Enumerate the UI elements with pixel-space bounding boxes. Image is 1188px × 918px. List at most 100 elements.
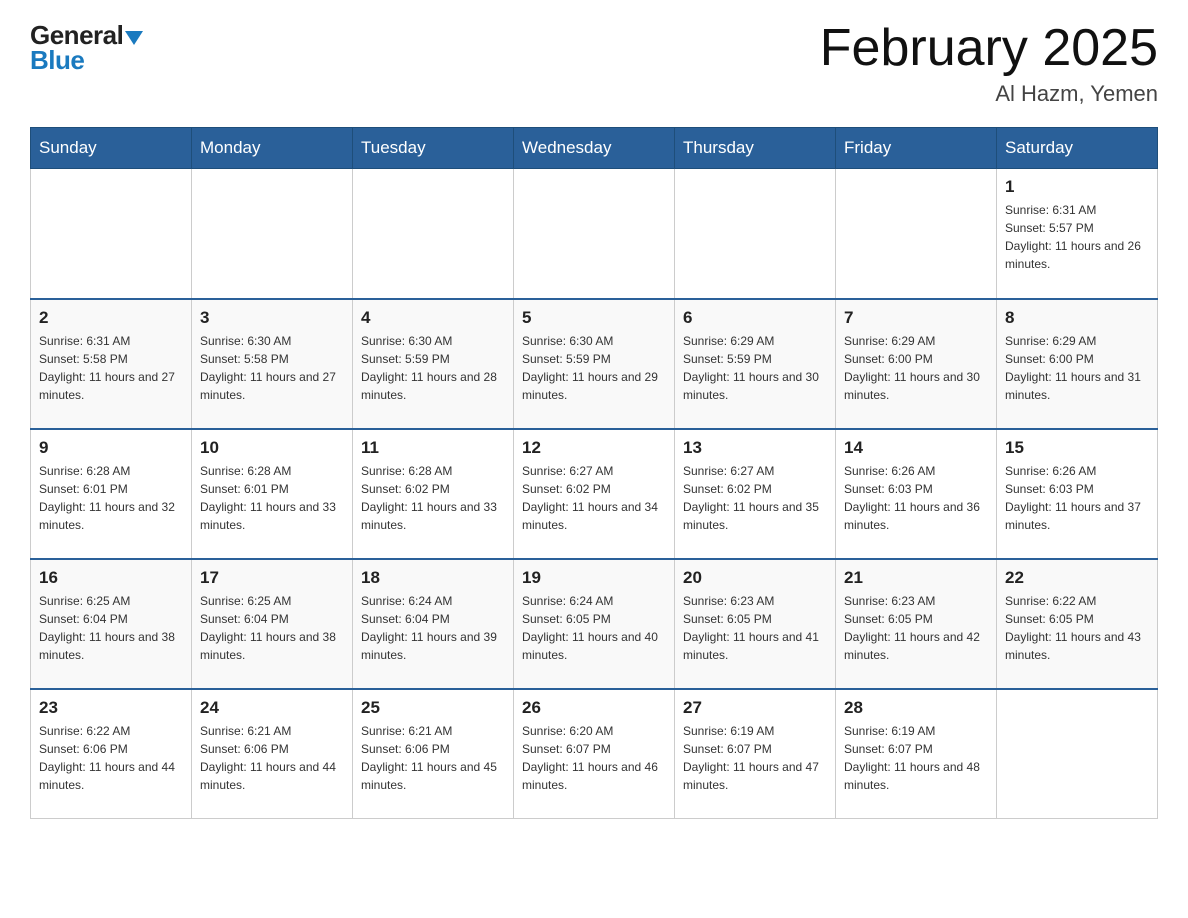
calendar-row: 2Sunrise: 6:31 AMSunset: 5:58 PMDaylight… [31,299,1158,429]
day-info: Sunrise: 6:30 AMSunset: 5:58 PMDaylight:… [200,332,344,404]
day-info: Sunrise: 6:27 AMSunset: 6:02 PMDaylight:… [522,462,666,534]
calendar-cell [836,169,997,299]
logo[interactable]: General Blue [30,20,143,76]
calendar-cell: 4 Sunrise: 6:30 AMSunset: 5:59 PMDaylight… [353,299,514,429]
calendar-cell [997,689,1158,819]
day-number: 20 [683,568,827,588]
day-info: Sunrise: 6:29 AMSunset: 5:59 PMDaylight:… [683,332,827,404]
weekday-monday: Monday [192,128,353,169]
day-info: Sunrise: 6:21 AMSunset: 6:06 PMDaylight:… [361,722,505,794]
calendar-cell: 22 Sunrise: 6:22 AMSunset: 6:05 PMDayligh… [997,559,1158,689]
weekday-saturday: Saturday [997,128,1158,169]
calendar-cell [514,169,675,299]
calendar-cell [675,169,836,299]
day-info: Sunrise: 6:27 AMSunset: 6:02 PMDaylight:… [683,462,827,534]
day-number: 8 [1005,308,1149,328]
calendar-cell: 27 Sunrise: 6:19 AMSunset: 6:07 PMDayligh… [675,689,836,819]
calendar-cell: 6 Sunrise: 6:29 AMSunset: 5:59 PMDaylight… [675,299,836,429]
day-info: Sunrise: 6:19 AMSunset: 6:07 PMDaylight:… [683,722,827,794]
day-number: 18 [361,568,505,588]
calendar-cell: 17 Sunrise: 6:25 AMSunset: 6:04 PMDayligh… [192,559,353,689]
day-number: 16 [39,568,183,588]
month-title: February 2025 [820,20,1158,77]
day-info: Sunrise: 6:25 AMSunset: 6:04 PMDaylight:… [200,592,344,664]
weekday-tuesday: Tuesday [353,128,514,169]
day-info: Sunrise: 6:26 AMSunset: 6:03 PMDaylight:… [844,462,988,534]
day-number: 12 [522,438,666,458]
day-info: Sunrise: 6:29 AMSunset: 6:00 PMDaylight:… [844,332,988,404]
calendar-cell: 10 Sunrise: 6:28 AMSunset: 6:01 PMDayligh… [192,429,353,559]
logo-triangle-icon [125,31,143,45]
calendar-cell [353,169,514,299]
day-number: 21 [844,568,988,588]
weekday-friday: Friday [836,128,997,169]
day-number: 13 [683,438,827,458]
day-number: 24 [200,698,344,718]
calendar-table: SundayMondayTuesdayWednesdayThursdayFrid… [30,127,1158,819]
day-number: 17 [200,568,344,588]
day-info: Sunrise: 6:22 AMSunset: 6:05 PMDaylight:… [1005,592,1149,664]
weekday-sunday: Sunday [31,128,192,169]
day-number: 28 [844,698,988,718]
day-info: Sunrise: 6:20 AMSunset: 6:07 PMDaylight:… [522,722,666,794]
calendar-cell: 21Sunrise: 6:23 AMSunset: 6:05 PMDayligh… [836,559,997,689]
page-header: General Blue February 2025 Al Hazm, Yeme… [30,20,1158,107]
calendar-cell: 25 Sunrise: 6:21 AMSunset: 6:06 PMDayligh… [353,689,514,819]
calendar-body: 1 Sunrise: 6:31 AMSunset: 5:57 PMDaylight… [31,169,1158,819]
day-number: 26 [522,698,666,718]
calendar-cell: 7 Sunrise: 6:29 AMSunset: 6:00 PMDaylight… [836,299,997,429]
calendar-cell: 28Sunrise: 6:19 AMSunset: 6:07 PMDayligh… [836,689,997,819]
calendar-header: SundayMondayTuesdayWednesdayThursdayFrid… [31,128,1158,169]
calendar-cell: 15Sunrise: 6:26 AMSunset: 6:03 PMDayligh… [997,429,1158,559]
day-info: Sunrise: 6:28 AMSunset: 6:01 PMDaylight:… [200,462,344,534]
day-info: Sunrise: 6:29 AMSunset: 6:00 PMDaylight:… [1005,332,1149,404]
day-number: 11 [361,438,505,458]
calendar-cell: 19Sunrise: 6:24 AMSunset: 6:05 PMDayligh… [514,559,675,689]
location-label: Al Hazm, Yemen [820,81,1158,107]
calendar-cell: 3 Sunrise: 6:30 AMSunset: 5:58 PMDaylight… [192,299,353,429]
day-number: 14 [844,438,988,458]
day-number: 10 [200,438,344,458]
calendar-cell [192,169,353,299]
weekday-header-row: SundayMondayTuesdayWednesdayThursdayFrid… [31,128,1158,169]
day-info: Sunrise: 6:24 AMSunset: 6:04 PMDaylight:… [361,592,505,664]
day-number: 27 [683,698,827,718]
day-number: 7 [844,308,988,328]
logo-blue: Blue [30,45,84,76]
day-number: 15 [1005,438,1149,458]
calendar-cell: 16 Sunrise: 6:25 AMSunset: 6:04 PMDayligh… [31,559,192,689]
calendar-cell: 13 Sunrise: 6:27 AMSunset: 6:02 PMDayligh… [675,429,836,559]
day-number: 3 [200,308,344,328]
day-number: 1 [1005,177,1149,197]
day-info: Sunrise: 6:28 AMSunset: 6:02 PMDaylight:… [361,462,505,534]
day-info: Sunrise: 6:24 AMSunset: 6:05 PMDaylight:… [522,592,666,664]
weekday-thursday: Thursday [675,128,836,169]
calendar-cell: 11 Sunrise: 6:28 AMSunset: 6:02 PMDayligh… [353,429,514,559]
weekday-wednesday: Wednesday [514,128,675,169]
day-number: 2 [39,308,183,328]
day-number: 4 [361,308,505,328]
calendar-cell: 23 Sunrise: 6:22 AMSunset: 6:06 PMDayligh… [31,689,192,819]
calendar-row: 16 Sunrise: 6:25 AMSunset: 6:04 PMDayligh… [31,559,1158,689]
day-info: Sunrise: 6:25 AMSunset: 6:04 PMDaylight:… [39,592,183,664]
day-number: 23 [39,698,183,718]
day-number: 9 [39,438,183,458]
calendar-cell: 12 Sunrise: 6:27 AMSunset: 6:02 PMDayligh… [514,429,675,559]
day-info: Sunrise: 6:23 AMSunset: 6:05 PMDaylight:… [683,592,827,664]
day-info: Sunrise: 6:28 AMSunset: 6:01 PMDaylight:… [39,462,183,534]
day-number: 6 [683,308,827,328]
calendar-row: 9 Sunrise: 6:28 AMSunset: 6:01 PMDaylight… [31,429,1158,559]
day-number: 22 [1005,568,1149,588]
day-number: 25 [361,698,505,718]
day-info: Sunrise: 6:21 AMSunset: 6:06 PMDaylight:… [200,722,344,794]
calendar-cell: 24 Sunrise: 6:21 AMSunset: 6:06 PMDayligh… [192,689,353,819]
calendar-cell: 9 Sunrise: 6:28 AMSunset: 6:01 PMDaylight… [31,429,192,559]
day-info: Sunrise: 6:31 AMSunset: 5:57 PMDaylight:… [1005,201,1149,273]
day-info: Sunrise: 6:30 AMSunset: 5:59 PMDaylight:… [522,332,666,404]
calendar-cell: 8 Sunrise: 6:29 AMSunset: 6:00 PMDaylight… [997,299,1158,429]
calendar-cell: 26 Sunrise: 6:20 AMSunset: 6:07 PMDayligh… [514,689,675,819]
calendar-cell: 20 Sunrise: 6:23 AMSunset: 6:05 PMDayligh… [675,559,836,689]
calendar-cell [31,169,192,299]
day-info: Sunrise: 6:22 AMSunset: 6:06 PMDaylight:… [39,722,183,794]
day-info: Sunrise: 6:30 AMSunset: 5:59 PMDaylight:… [361,332,505,404]
